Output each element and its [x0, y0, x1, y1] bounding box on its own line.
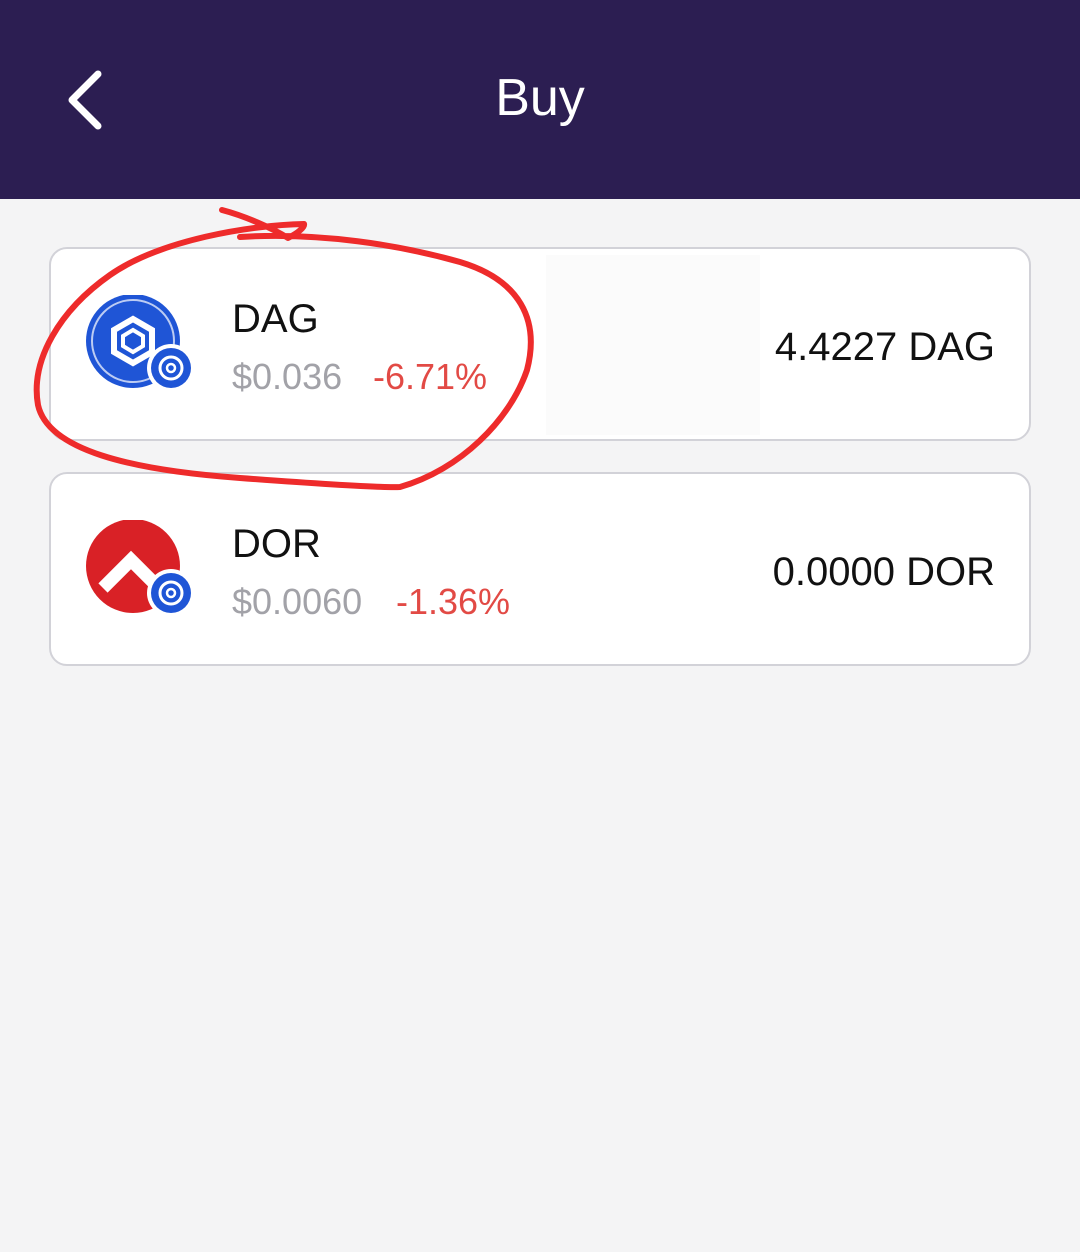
- token-price: $0.0060: [232, 581, 363, 622]
- token-symbol: DOR: [232, 522, 321, 566]
- token-price-change: -6.71%: [373, 356, 488, 397]
- token-price-change: -1.36%: [396, 581, 511, 622]
- row-highlight: [546, 255, 760, 435]
- dag-token-icon: [86, 295, 195, 392]
- token-list: DAG $0.036 -6.71% 4.4227 DAG DOR $0.0060…: [49, 247, 1031, 697]
- dor-token-icon: [86, 520, 195, 617]
- token-row-dag[interactable]: DAG $0.036 -6.71% 4.4227 DAG: [49, 247, 1031, 441]
- top-navigation-bar: Buy: [0, 0, 1080, 199]
- token-row-dor[interactable]: DOR $0.0060 -1.36% 0.0000 DOR: [49, 472, 1031, 666]
- page-title: Buy: [495, 69, 585, 127]
- token-symbol: DAG: [232, 297, 319, 341]
- token-balance: 4.4227 DAG: [774, 325, 995, 369]
- token-balance: 0.0000 DOR: [772, 550, 995, 594]
- token-price: $0.036: [232, 356, 343, 397]
